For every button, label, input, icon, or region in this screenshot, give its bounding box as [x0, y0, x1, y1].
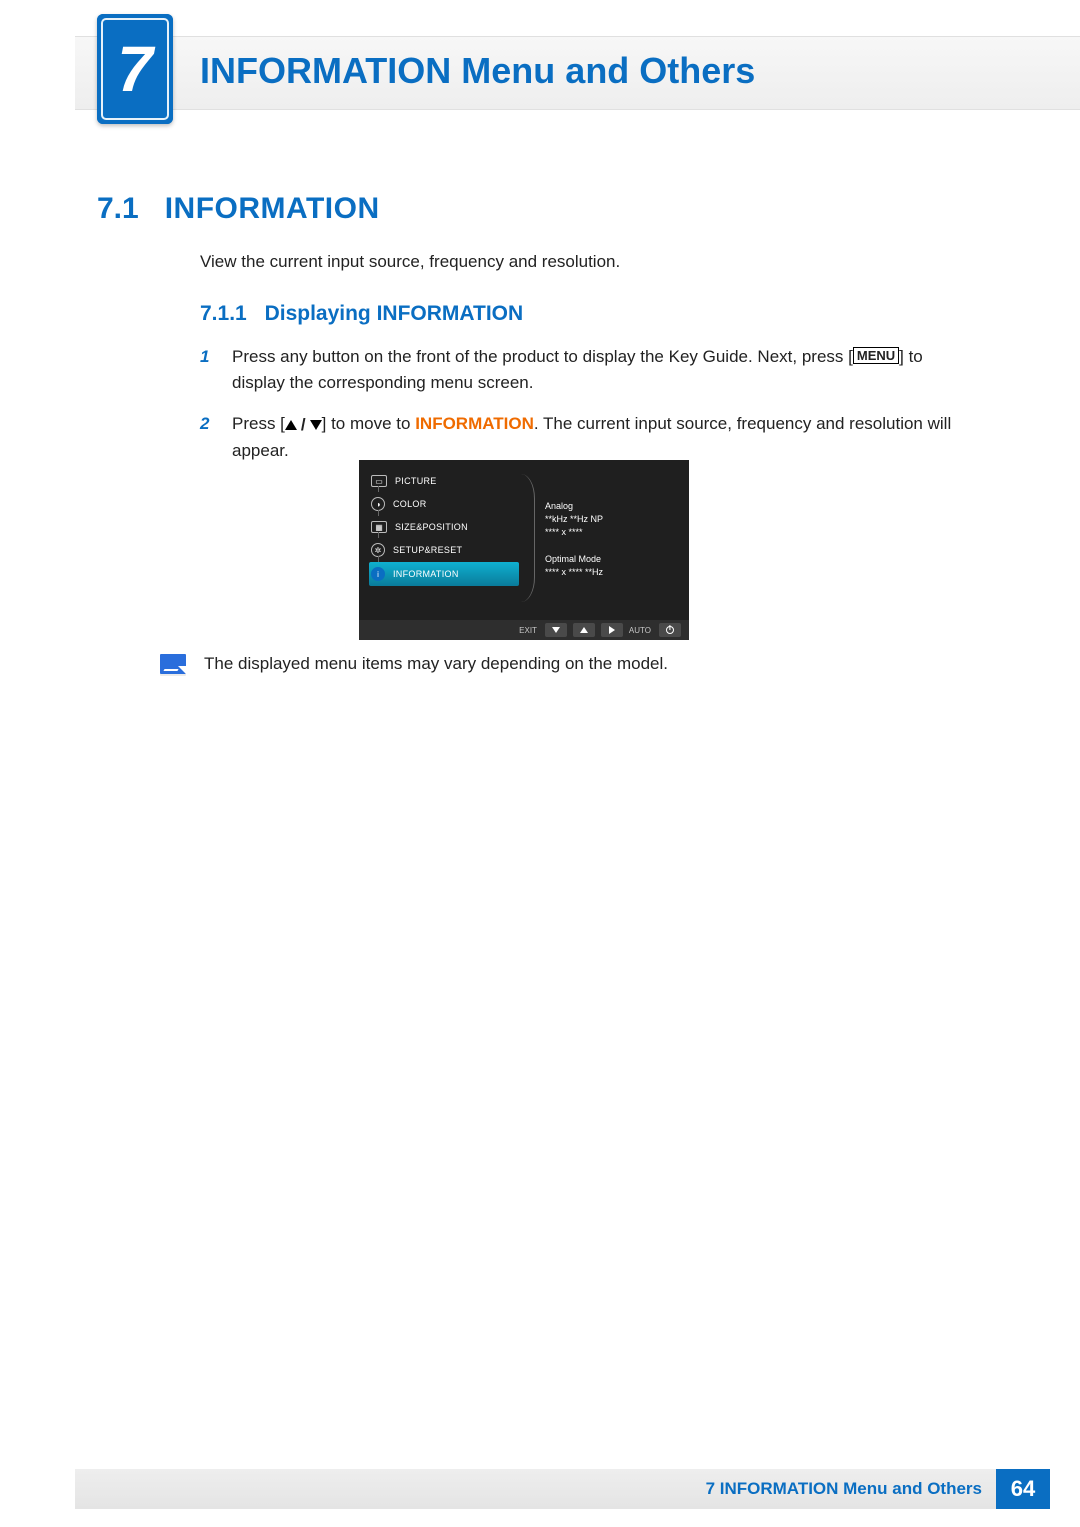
step-number: 1	[200, 344, 216, 397]
step-number: 2	[200, 411, 216, 465]
keyword-information: INFORMATION	[415, 414, 534, 433]
subsection-title: Displaying INFORMATION	[265, 302, 524, 325]
osd-item-information-selected: i INFORMATION	[369, 562, 519, 586]
osd-auto-label: AUTO	[629, 626, 653, 635]
footer-chapter-label: 7 INFORMATION Menu and Others	[706, 1479, 996, 1499]
subsection-number: 7.1.1	[200, 302, 247, 325]
section-number: 7.1	[97, 192, 139, 226]
osd-info-line: **** x **** **Hz	[545, 566, 679, 579]
osd-item-label: COLOR	[393, 499, 427, 509]
setup-reset-icon: ✲	[371, 543, 385, 557]
step-body: Press any button on the front of the pro…	[232, 344, 974, 397]
osd-connector-curve	[521, 474, 535, 602]
osd-item-sizeposition: ▦ SIZE&POSITION	[369, 516, 519, 538]
step-text: ] to move to	[322, 414, 416, 433]
osd-info-line: Optimal Mode	[545, 553, 679, 566]
osd-info-line: Analog	[545, 500, 679, 513]
slash-icon: /	[301, 412, 306, 438]
osd-item-label: SETUP&RESET	[393, 545, 462, 555]
step-2: 2 Press [/] to move to INFORMATION. The …	[200, 411, 974, 465]
picture-icon: ▭	[371, 475, 387, 487]
osd-item-label: INFORMATION	[393, 569, 459, 579]
note-icon	[160, 654, 186, 674]
information-icon: i	[371, 567, 385, 581]
steps-list: 1 Press any button on the front of the p…	[200, 344, 974, 478]
osd-footer-bar: EXIT AUTO	[359, 620, 689, 640]
osd-body: ▭ PICTURE ◑ COLOR ▦ SIZE&POSITION ✲ SETU…	[369, 470, 679, 616]
osd-item-picture: ▭ PICTURE	[369, 470, 519, 492]
up-down-key-icon: /	[285, 412, 322, 438]
chapter-number-badge: 7	[97, 14, 173, 124]
osd-power-button-icon	[659, 623, 681, 637]
page-footer: 7 INFORMATION Menu and Others 64	[75, 1469, 1050, 1509]
osd-up-button-icon	[573, 623, 595, 637]
step-1: 1 Press any button on the front of the p…	[200, 344, 974, 397]
spacer	[545, 539, 679, 553]
size-position-icon: ▦	[371, 521, 387, 533]
triangle-down-icon	[310, 420, 322, 430]
menu-key-icon: MENU	[853, 347, 899, 364]
section-heading: 7.1 INFORMATION	[97, 192, 380, 226]
step-body: Press [/] to move to INFORMATION. The cu…	[232, 411, 974, 465]
section-title: INFORMATION	[165, 192, 380, 226]
note-text: The displayed menu items may vary depend…	[204, 654, 668, 674]
page: 7 INFORMATION Menu and Others 7.1 INFORM…	[0, 0, 1080, 1527]
note-row: The displayed menu items may vary depend…	[160, 654, 974, 674]
osd-info-panel: Analog **kHz **Hz NP **** x **** Optimal…	[545, 500, 679, 579]
step-text: Press [	[232, 414, 285, 433]
triangle-up-icon	[285, 420, 297, 430]
osd-info-line: **kHz **Hz NP	[545, 513, 679, 526]
subsection-heading: 7.1.1 Displaying INFORMATION	[200, 302, 523, 326]
osd-info-line: **** x ****	[545, 526, 679, 539]
osd-menu-list: ▭ PICTURE ◑ COLOR ▦ SIZE&POSITION ✲ SETU…	[369, 470, 519, 616]
osd-exit-label: EXIT	[519, 626, 539, 635]
chapter-number: 7	[97, 14, 173, 124]
osd-item-setupreset: ✲ SETUP&RESET	[369, 538, 519, 562]
osd-enter-button-icon	[601, 623, 623, 637]
osd-screenshot: ▭ PICTURE ◑ COLOR ▦ SIZE&POSITION ✲ SETU…	[359, 460, 689, 640]
osd-down-button-icon	[545, 623, 567, 637]
osd-item-label: SIZE&POSITION	[395, 522, 468, 532]
page-number: 64	[996, 1469, 1050, 1509]
osd-item-label: PICTURE	[395, 476, 437, 486]
osd-item-color: ◑ COLOR	[369, 492, 519, 516]
chapter-title: INFORMATION Menu and Others	[200, 50, 755, 92]
step-text: Press any button on the front of the pro…	[232, 347, 853, 366]
section-intro: View the current input source, frequency…	[200, 252, 620, 272]
color-icon: ◑	[371, 497, 385, 511]
